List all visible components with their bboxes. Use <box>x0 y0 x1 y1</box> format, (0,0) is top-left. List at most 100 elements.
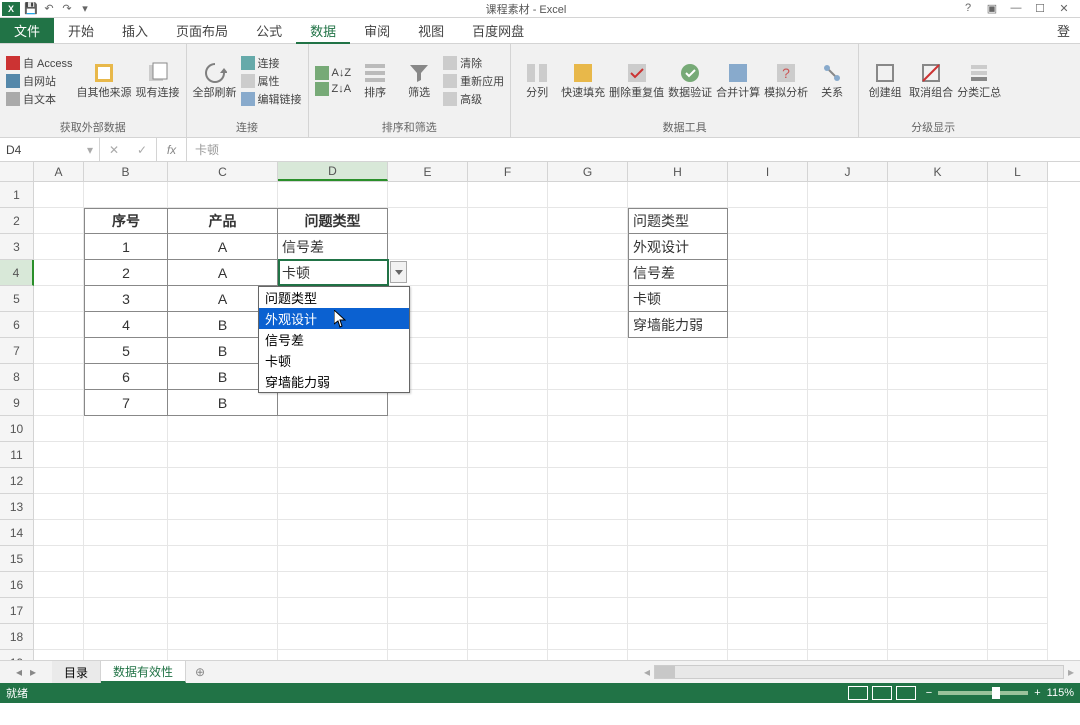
whatif-button[interactable]: ?模拟分析 <box>764 61 808 99</box>
close-icon[interactable]: ✕ <box>1056 2 1072 15</box>
cell[interactable]: 信号差 <box>278 234 388 260</box>
col-header[interactable]: I <box>728 162 808 181</box>
select-all-corner[interactable] <box>0 162 34 181</box>
tab-data[interactable]: 数据 <box>296 18 350 44</box>
edit-links-button[interactable]: 编辑链接 <box>241 91 302 107</box>
cell[interactable]: 问题类型 <box>278 208 388 234</box>
cell[interactable]: 5 <box>84 338 168 364</box>
add-sheet-button[interactable]: ⊕ <box>186 661 214 683</box>
from-other-button[interactable]: 自其他来源 <box>77 61 132 99</box>
horizontal-scrollbar[interactable]: ◂ ▸ <box>214 661 1080 683</box>
row-header[interactable]: 3 <box>0 234 34 260</box>
sheet-tab[interactable]: 数据有效性 <box>101 661 186 683</box>
row-header[interactable]: 6 <box>0 312 34 338</box>
dropdown-item[interactable]: 穿墙能力弱 <box>259 371 409 392</box>
col-header[interactable]: C <box>168 162 278 181</box>
sort-desc-button[interactable]: Z↓A <box>315 82 352 96</box>
existing-connections-button[interactable]: 现有连接 <box>136 61 180 99</box>
row-header[interactable]: 11 <box>0 442 34 468</box>
cell[interactable]: B <box>168 390 278 416</box>
name-box[interactable]: D4▾ <box>0 138 100 161</box>
tab-pagelayout[interactable]: 页面布局 <box>162 18 242 43</box>
advanced-filter-button[interactable]: 高级 <box>443 91 504 107</box>
tab-home[interactable]: 开始 <box>54 18 108 43</box>
cell[interactable]: 序号 <box>84 208 168 234</box>
zoom-level[interactable]: 115% <box>1047 687 1074 699</box>
col-header[interactable]: F <box>468 162 548 181</box>
qat-more-icon[interactable]: ▾ <box>78 2 92 16</box>
row-header[interactable]: 18 <box>0 624 34 650</box>
view-shortcuts[interactable] <box>848 686 916 700</box>
sort-button[interactable]: 排序 <box>355 61 395 99</box>
worksheet-grid[interactable]: A B C D E F G H I J K L 1 2 序号 产品 问题类型 问… <box>0 162 1080 660</box>
cell[interactable]: 2 <box>84 260 168 286</box>
from-web-button[interactable]: 自网站 <box>6 73 73 89</box>
redo-icon[interactable]: ↷ <box>60 2 74 16</box>
tab-view[interactable]: 视图 <box>404 18 458 43</box>
col-header[interactable]: H <box>628 162 728 181</box>
formula-input[interactable]: 卡顿 <box>187 138 1080 161</box>
data-validation-arrow[interactable] <box>390 261 407 283</box>
help-icon[interactable]: ? <box>960 2 976 15</box>
row-header[interactable]: 15 <box>0 546 34 572</box>
prev-sheet-icon[interactable]: ◂ <box>16 665 22 679</box>
row-header[interactable]: 14 <box>0 520 34 546</box>
row-header[interactable]: 16 <box>0 572 34 598</box>
cell[interactable]: 产品 <box>168 208 278 234</box>
cell[interactable]: 6 <box>84 364 168 390</box>
remove-duplicates-button[interactable]: 删除重复值 <box>609 61 664 99</box>
row-header[interactable]: 7 <box>0 338 34 364</box>
sort-asc-button[interactable]: A↓Z <box>315 66 352 80</box>
cell[interactable]: 4 <box>84 312 168 338</box>
accept-formula-icon[interactable]: ✓ <box>128 143 156 157</box>
sheet-tab[interactable]: 目录 <box>52 661 101 683</box>
flash-fill-button[interactable]: 快速填充 <box>561 61 605 99</box>
tab-review[interactable]: 审阅 <box>350 18 404 43</box>
data-validation-dropdown[interactable]: 问题类型 外观设计 信号差 卡顿 穿墙能力弱 <box>258 286 410 393</box>
text-to-columns-button[interactable]: 分列 <box>517 61 557 99</box>
cell[interactable]: A <box>168 234 278 260</box>
login-link[interactable]: 登 <box>1047 18 1080 43</box>
row-header[interactable]: 5 <box>0 286 34 312</box>
from-access-button[interactable]: 自 Access <box>6 55 73 71</box>
col-header[interactable]: J <box>808 162 888 181</box>
tab-insert[interactable]: 插入 <box>108 18 162 43</box>
ungroup-button[interactable]: 取消组合 <box>909 61 953 99</box>
col-header[interactable]: E <box>388 162 468 181</box>
cancel-formula-icon[interactable]: ✕ <box>100 143 128 157</box>
tab-baidu[interactable]: 百度网盘 <box>458 18 538 43</box>
row-header[interactable]: 17 <box>0 598 34 624</box>
row-header[interactable]: 9 <box>0 390 34 416</box>
minimize-icon[interactable]: — <box>1008 2 1024 15</box>
row-header[interactable]: 1 <box>0 182 34 208</box>
normal-view-icon[interactable] <box>848 686 868 700</box>
col-header[interactable]: L <box>988 162 1048 181</box>
dropdown-item[interactable]: 问题类型 <box>259 287 409 308</box>
from-text-button[interactable]: 自文本 <box>6 91 73 107</box>
active-cell[interactable]: 卡顿 <box>278 260 388 286</box>
group-button[interactable]: 创建组 <box>865 61 905 99</box>
row-header[interactable]: 12 <box>0 468 34 494</box>
consolidate-button[interactable]: 合并计算 <box>716 61 760 99</box>
cell[interactable] <box>278 390 388 416</box>
page-break-view-icon[interactable] <box>896 686 916 700</box>
col-header[interactable]: D <box>278 162 388 181</box>
tab-file[interactable]: 文件 <box>0 18 54 43</box>
fx-icon[interactable]: fx <box>157 138 187 161</box>
col-header[interactable]: K <box>888 162 988 181</box>
dropdown-item[interactable]: 信号差 <box>259 329 409 350</box>
col-header[interactable]: B <box>84 162 168 181</box>
cell[interactable]: 外观设计 <box>628 234 728 260</box>
filter-button[interactable]: 筛选 <box>399 61 439 99</box>
subtotal-button[interactable]: 分类汇总 <box>957 61 1001 99</box>
page-layout-view-icon[interactable] <box>872 686 892 700</box>
zoom-out-icon[interactable]: − <box>926 687 932 699</box>
clear-filter-button[interactable]: 清除 <box>443 55 504 71</box>
col-header[interactable]: G <box>548 162 628 181</box>
cell[interactable]: 3 <box>84 286 168 312</box>
zoom-controls[interactable]: − + 115% <box>926 687 1074 699</box>
undo-icon[interactable]: ↶ <box>42 2 56 16</box>
ribbon-collapse-icon[interactable]: ▣ <box>984 2 1000 15</box>
row-header[interactable]: 13 <box>0 494 34 520</box>
row-header[interactable]: 8 <box>0 364 34 390</box>
